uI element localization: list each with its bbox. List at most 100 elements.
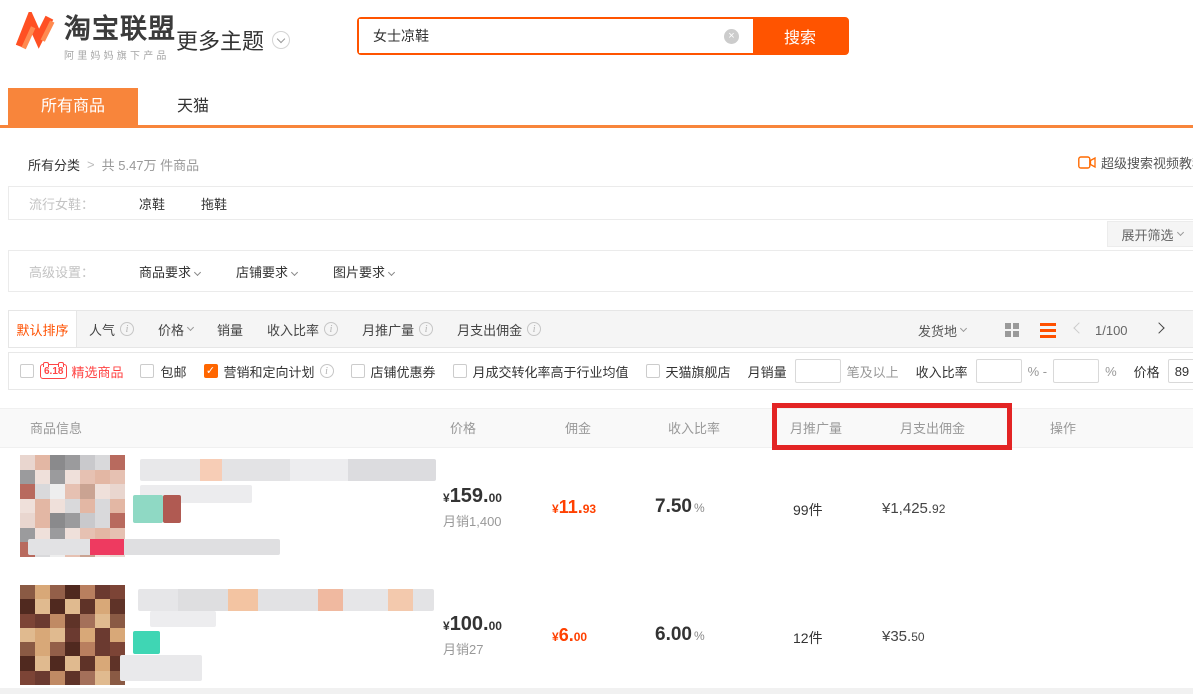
table-header: 商品信息 价格 佣金 收入比率 月推广量 月支出佣金 操作 bbox=[0, 408, 1193, 448]
more-themes-menu[interactable]: 更多主题 bbox=[176, 24, 290, 56]
col-commission: 佣金 bbox=[565, 409, 591, 449]
page-bottom-strip bbox=[0, 688, 1193, 694]
sort-monthly-promo[interactable]: 月推广量i bbox=[350, 311, 445, 347]
filter-marketing-plan[interactable]: ✓ 营销和定向计划 i bbox=[204, 362, 334, 381]
col-action: 操作 bbox=[1050, 409, 1076, 449]
censored-title bbox=[138, 589, 434, 611]
info-icon[interactable]: i bbox=[320, 364, 334, 378]
page-indicator: 1/100 bbox=[1095, 311, 1128, 349]
monthly-sales: 月销1,400 bbox=[443, 511, 502, 530]
filter-option-slippers[interactable]: 拖鞋 bbox=[201, 194, 227, 213]
video-tutorial-label: 超级搜索视频教程 bbox=[1101, 153, 1193, 172]
sort-price[interactable]: 价格 bbox=[146, 311, 205, 347]
prev-page-icon[interactable] bbox=[1075, 324, 1085, 334]
chevron-down-icon bbox=[272, 31, 290, 49]
censored-badge bbox=[133, 495, 163, 523]
video-tutorial-link[interactable]: 超级搜索视频教程 bbox=[1078, 153, 1193, 172]
quick-filter-box: 流行女鞋： 凉鞋 拖鞋 bbox=[8, 186, 1193, 220]
search-box: × 搜索 bbox=[357, 17, 849, 55]
checkbox-free-shipping[interactable] bbox=[140, 364, 154, 378]
tab-underline bbox=[0, 125, 1193, 128]
info-icon[interactable]: i bbox=[419, 322, 433, 336]
checkbox-marketing-plan[interactable]: ✓ bbox=[204, 364, 218, 378]
checkbox-tmall-flagship[interactable] bbox=[646, 364, 660, 378]
product-image[interactable] bbox=[20, 585, 125, 685]
advanced-settings-box: 高级设置： 商品要求 店铺要求 图片要求 bbox=[8, 250, 1193, 292]
monthly-promo-cell: 12件 bbox=[793, 628, 823, 648]
censored-badge bbox=[163, 495, 181, 523]
breadcrumb-category[interactable]: 所有分类 bbox=[28, 155, 80, 174]
col-income-ratio: 收入比率 bbox=[668, 409, 720, 449]
info-icon[interactable]: i bbox=[324, 322, 338, 336]
censored-shop-line bbox=[28, 539, 280, 555]
top-header: 淘宝联盟 阿里妈妈旗下产品 更多主题 × 搜索 bbox=[0, 0, 1193, 88]
sort-income-ratio[interactable]: 收入比率i bbox=[255, 311, 350, 347]
monthly-commission-cell: ¥1,425.92 bbox=[882, 500, 945, 518]
income-ratio-cell: 6.00% bbox=[655, 624, 705, 646]
monthly-commission-cell: ¥35.50 bbox=[882, 628, 925, 646]
filter-income-ratio: 收入比率 % - % bbox=[916, 359, 1117, 383]
price-cell: ¥159.00 月销1,400 bbox=[443, 485, 502, 530]
col-monthly-commission: 月支出佣金 bbox=[900, 409, 965, 449]
more-themes-label: 更多主题 bbox=[176, 24, 264, 56]
sort-sales[interactable]: 销量 bbox=[205, 311, 255, 347]
info-icon[interactable]: i bbox=[527, 322, 541, 336]
search-input[interactable] bbox=[359, 19, 753, 53]
filter-monthly-sales: 月销量 笔及以上 bbox=[748, 359, 899, 383]
income-ratio-min-input[interactable] bbox=[976, 359, 1022, 383]
tab-all-products[interactable]: 所有商品 bbox=[8, 88, 138, 125]
filter-conversion-above-avg[interactable]: 月成交转化率高于行业均值 bbox=[453, 362, 629, 381]
dropdown-image-requirements[interactable]: 图片要求 bbox=[333, 262, 394, 281]
sort-monthly-commission[interactable]: 月支出佣金i bbox=[445, 311, 553, 347]
sort-default[interactable]: 默认排序 bbox=[9, 311, 77, 347]
filter-price-range: 价格 元 - 元 bbox=[1134, 359, 1193, 383]
info-icon[interactable]: i bbox=[120, 322, 134, 336]
monthly-sales: 月销27 bbox=[443, 639, 502, 658]
censored-shop-line bbox=[120, 655, 202, 681]
breadcrumb: 所有分类 > 共 5.47万 件商品 bbox=[28, 155, 199, 174]
filter-featured[interactable]: 6.18 精选商品 bbox=[20, 362, 123, 381]
checkbox-store-coupon[interactable] bbox=[351, 364, 365, 378]
result-count: 共 5.47万 件商品 bbox=[102, 155, 200, 174]
dropdown-product-requirements[interactable]: 商品要求 bbox=[139, 262, 200, 281]
monthly-promo-cell: 99件 bbox=[793, 500, 823, 520]
618-badge-icon: 6.18 bbox=[40, 364, 67, 379]
censored-badge bbox=[133, 631, 160, 654]
monthly-sales-input[interactable] bbox=[795, 359, 841, 383]
filter-free-shipping[interactable]: 包邮 bbox=[140, 362, 186, 381]
checkbox-filter-row: 6.18 精选商品 包邮 ✓ 营销和定向计划 i 店铺优惠券 月成交转化率高于行… bbox=[8, 352, 1193, 390]
filter-store-coupon[interactable]: 店铺优惠券 bbox=[351, 362, 436, 381]
sort-bar: 默认排序 人气i 价格 销量 收入比率i 月推广量i 月支出佣金i 发货地 1/… bbox=[8, 310, 1193, 348]
breadcrumb-separator: > bbox=[87, 157, 95, 172]
logo-title: 淘宝联盟 bbox=[64, 14, 176, 44]
filter-tmall-flagship[interactable]: 天猫旗舰店 bbox=[646, 362, 731, 381]
product-row: ¥159.00 月销1,400 ¥11.93 7.50% 99件 ¥1,425.… bbox=[0, 455, 1193, 583]
search-button[interactable]: 搜索 bbox=[753, 19, 847, 53]
expand-filter-button[interactable]: 展开筛选 bbox=[1107, 221, 1193, 247]
taobao-union-app: 淘宝联盟 阿里妈妈旗下产品 更多主题 × 搜索 所有商品 天猫 所有分类 > 共… bbox=[0, 0, 1193, 694]
logo[interactable]: 淘宝联盟 阿里妈妈旗下产品 bbox=[14, 12, 176, 62]
censored-text bbox=[150, 611, 216, 627]
income-ratio-max-input[interactable] bbox=[1053, 359, 1099, 383]
commission-cell: ¥6.00 bbox=[552, 625, 587, 646]
tab-bar: 所有商品 天猫 bbox=[0, 88, 1193, 128]
col-product-info: 商品信息 bbox=[30, 409, 82, 449]
next-page-icon[interactable] bbox=[1155, 324, 1165, 334]
tab-tmall[interactable]: 天猫 bbox=[158, 88, 228, 125]
sort-popularity[interactable]: 人气i bbox=[77, 311, 146, 347]
dropdown-store-requirements[interactable]: 店铺要求 bbox=[236, 262, 297, 281]
quick-filter-label: 流行女鞋： bbox=[29, 194, 139, 213]
filter-option-sandals[interactable]: 凉鞋 bbox=[139, 194, 165, 213]
censored-title bbox=[140, 459, 436, 481]
video-camera-icon bbox=[1078, 156, 1096, 169]
checkbox-conversion[interactable] bbox=[453, 364, 467, 378]
price-min-input[interactable] bbox=[1168, 359, 1193, 383]
list-view-icon[interactable] bbox=[1040, 323, 1056, 338]
logo-subtitle: 阿里妈妈旗下产品 bbox=[64, 47, 176, 62]
grid-view-icon[interactable] bbox=[1005, 323, 1020, 338]
ship-from-dropdown[interactable]: 发货地 bbox=[918, 311, 966, 349]
clear-search-icon[interactable]: × bbox=[724, 29, 739, 44]
income-ratio-cell: 7.50% bbox=[655, 496, 705, 518]
price-cell: ¥100.00 月销27 bbox=[443, 613, 502, 658]
checkbox-featured[interactable] bbox=[20, 364, 34, 378]
